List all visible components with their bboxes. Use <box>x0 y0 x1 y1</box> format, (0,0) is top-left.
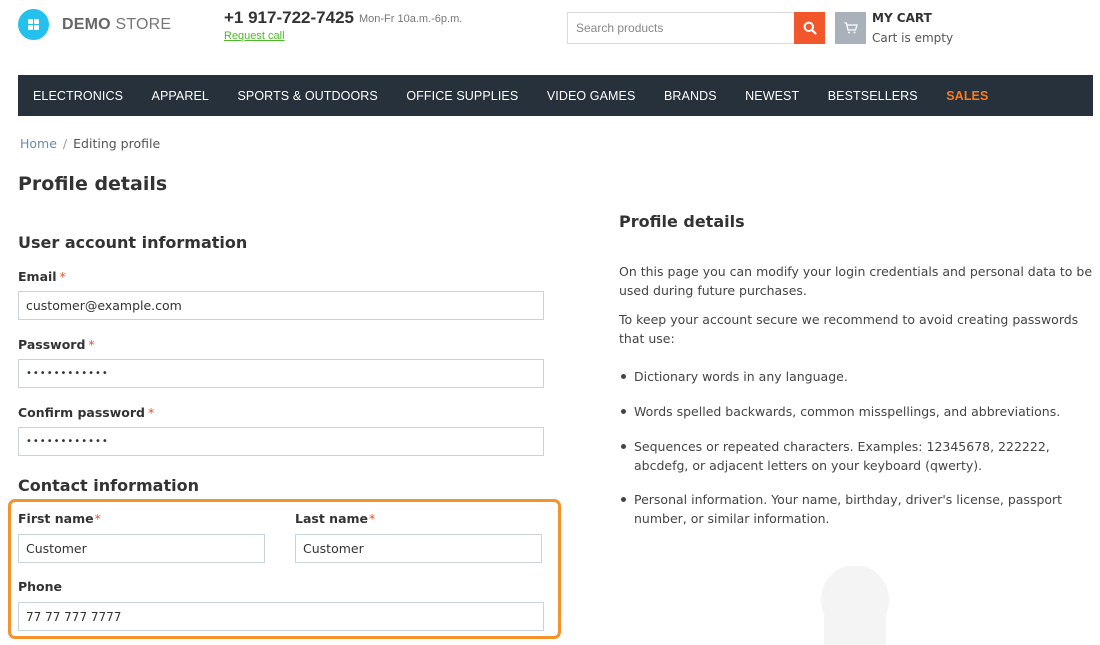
required-mark: * <box>147 405 155 420</box>
first-name-label: First name* <box>18 511 101 526</box>
list-item: Personal information. Your name, birthda… <box>619 490 1094 528</box>
list-item-text: Dictionary words in any language. <box>634 369 848 384</box>
store-hours: Mon-Fr 10a.m.-6p.m. <box>359 13 463 25</box>
search-icon <box>803 21 817 35</box>
nav-item-sports-outdoors[interactable]: SPORTS & OUTDOORS <box>237 89 377 103</box>
cart-icon <box>844 22 858 34</box>
store-logo[interactable]: DEMO STORE <box>18 9 171 40</box>
bullet-dot <box>621 497 626 502</box>
account-section-title: User account information <box>18 233 248 252</box>
page-title: Profile details <box>18 173 168 195</box>
cart-status: Cart is empty <box>872 31 954 45</box>
required-mark: * <box>369 511 376 526</box>
first-name-field[interactable] <box>18 534 265 563</box>
breadcrumb-separator: / <box>62 136 68 151</box>
last-name-label-text: Last name <box>295 511 369 526</box>
nav-item-sales[interactable]: SALES <box>946 89 988 103</box>
request-call-link[interactable]: Request call <box>224 30 285 42</box>
logo-text-bold: DEMO <box>62 15 111 33</box>
search-button[interactable] <box>794 12 825 44</box>
required-mark: * <box>94 511 101 526</box>
phone-label: Phone <box>18 579 63 594</box>
last-name-label: Last name* <box>295 511 375 526</box>
cart-button[interactable] <box>835 12 866 44</box>
list-item-text: Personal information. Your name, birthda… <box>634 492 1063 526</box>
breadcrumb: Home / Editing profile <box>20 136 160 151</box>
bullet-dot <box>621 444 626 449</box>
phone-field[interactable] <box>18 602 544 631</box>
cart-title[interactable]: MY CART <box>872 11 932 25</box>
contact-section-title: Contact information <box>18 476 199 495</box>
required-mark: * <box>88 337 95 352</box>
main-nav: ELECTRONICS APPAREL SPORTS & OUTDOORS OF… <box>18 75 1093 116</box>
password-label: Password * <box>18 337 95 352</box>
list-item: Sequences or repeated characters. Exampl… <box>619 437 1094 475</box>
confirm-password-label: Confirm password * <box>18 405 154 420</box>
nav-item-video-games[interactable]: VIDEO GAMES <box>547 89 636 103</box>
bullet-dot <box>621 409 626 414</box>
password-label-text: Password <box>18 337 86 352</box>
sidebar-title: Profile details <box>619 212 745 231</box>
last-name-field[interactable] <box>295 534 542 563</box>
nav-item-newest[interactable]: NEWEST <box>745 89 799 103</box>
sidebar-secure-note: To keep your account secure we recommend… <box>619 312 1079 346</box>
search-input[interactable] <box>567 12 794 44</box>
avatar-icon <box>821 566 889 645</box>
confirm-password-field[interactable] <box>18 427 544 456</box>
email-label: Email * <box>18 269 66 284</box>
nav-item-bestsellers[interactable]: BESTSELLERS <box>828 89 918 103</box>
nav-item-apparel[interactable]: APPAREL <box>152 89 209 103</box>
logo-text-light: STORE <box>110 15 172 33</box>
email-field[interactable] <box>18 291 544 320</box>
email-label-text: Email <box>18 269 57 284</box>
confirm-password-label-text: Confirm password <box>18 405 145 420</box>
bullet-dot <box>621 374 626 379</box>
logo-icon <box>18 9 49 40</box>
sidebar-intro: On this page you can modify your login c… <box>619 264 1093 298</box>
list-item: Dictionary words in any language. <box>619 367 1094 386</box>
nav-item-office-supplies[interactable]: OFFICE SUPPLIES <box>406 89 518 103</box>
nav-item-brands[interactable]: BRANDS <box>664 89 717 103</box>
list-item: Words spelled backwards, common misspell… <box>619 402 1094 421</box>
store-phone: +1 917-722-7425 <box>224 8 354 27</box>
list-item-text: Words spelled backwards, common misspell… <box>634 404 1061 419</box>
list-item-text: Sequences or repeated characters. Exampl… <box>634 439 1050 473</box>
nav-item-electronics[interactable]: ELECTRONICS <box>33 89 123 103</box>
password-field[interactable] <box>18 359 544 388</box>
logo-text: DEMO STORE <box>62 16 171 34</box>
required-mark: * <box>59 269 66 284</box>
breadcrumb-current: Editing profile <box>73 136 161 151</box>
breadcrumb-home-link[interactable]: Home <box>20 136 57 151</box>
first-name-label-text: First name <box>18 511 94 526</box>
